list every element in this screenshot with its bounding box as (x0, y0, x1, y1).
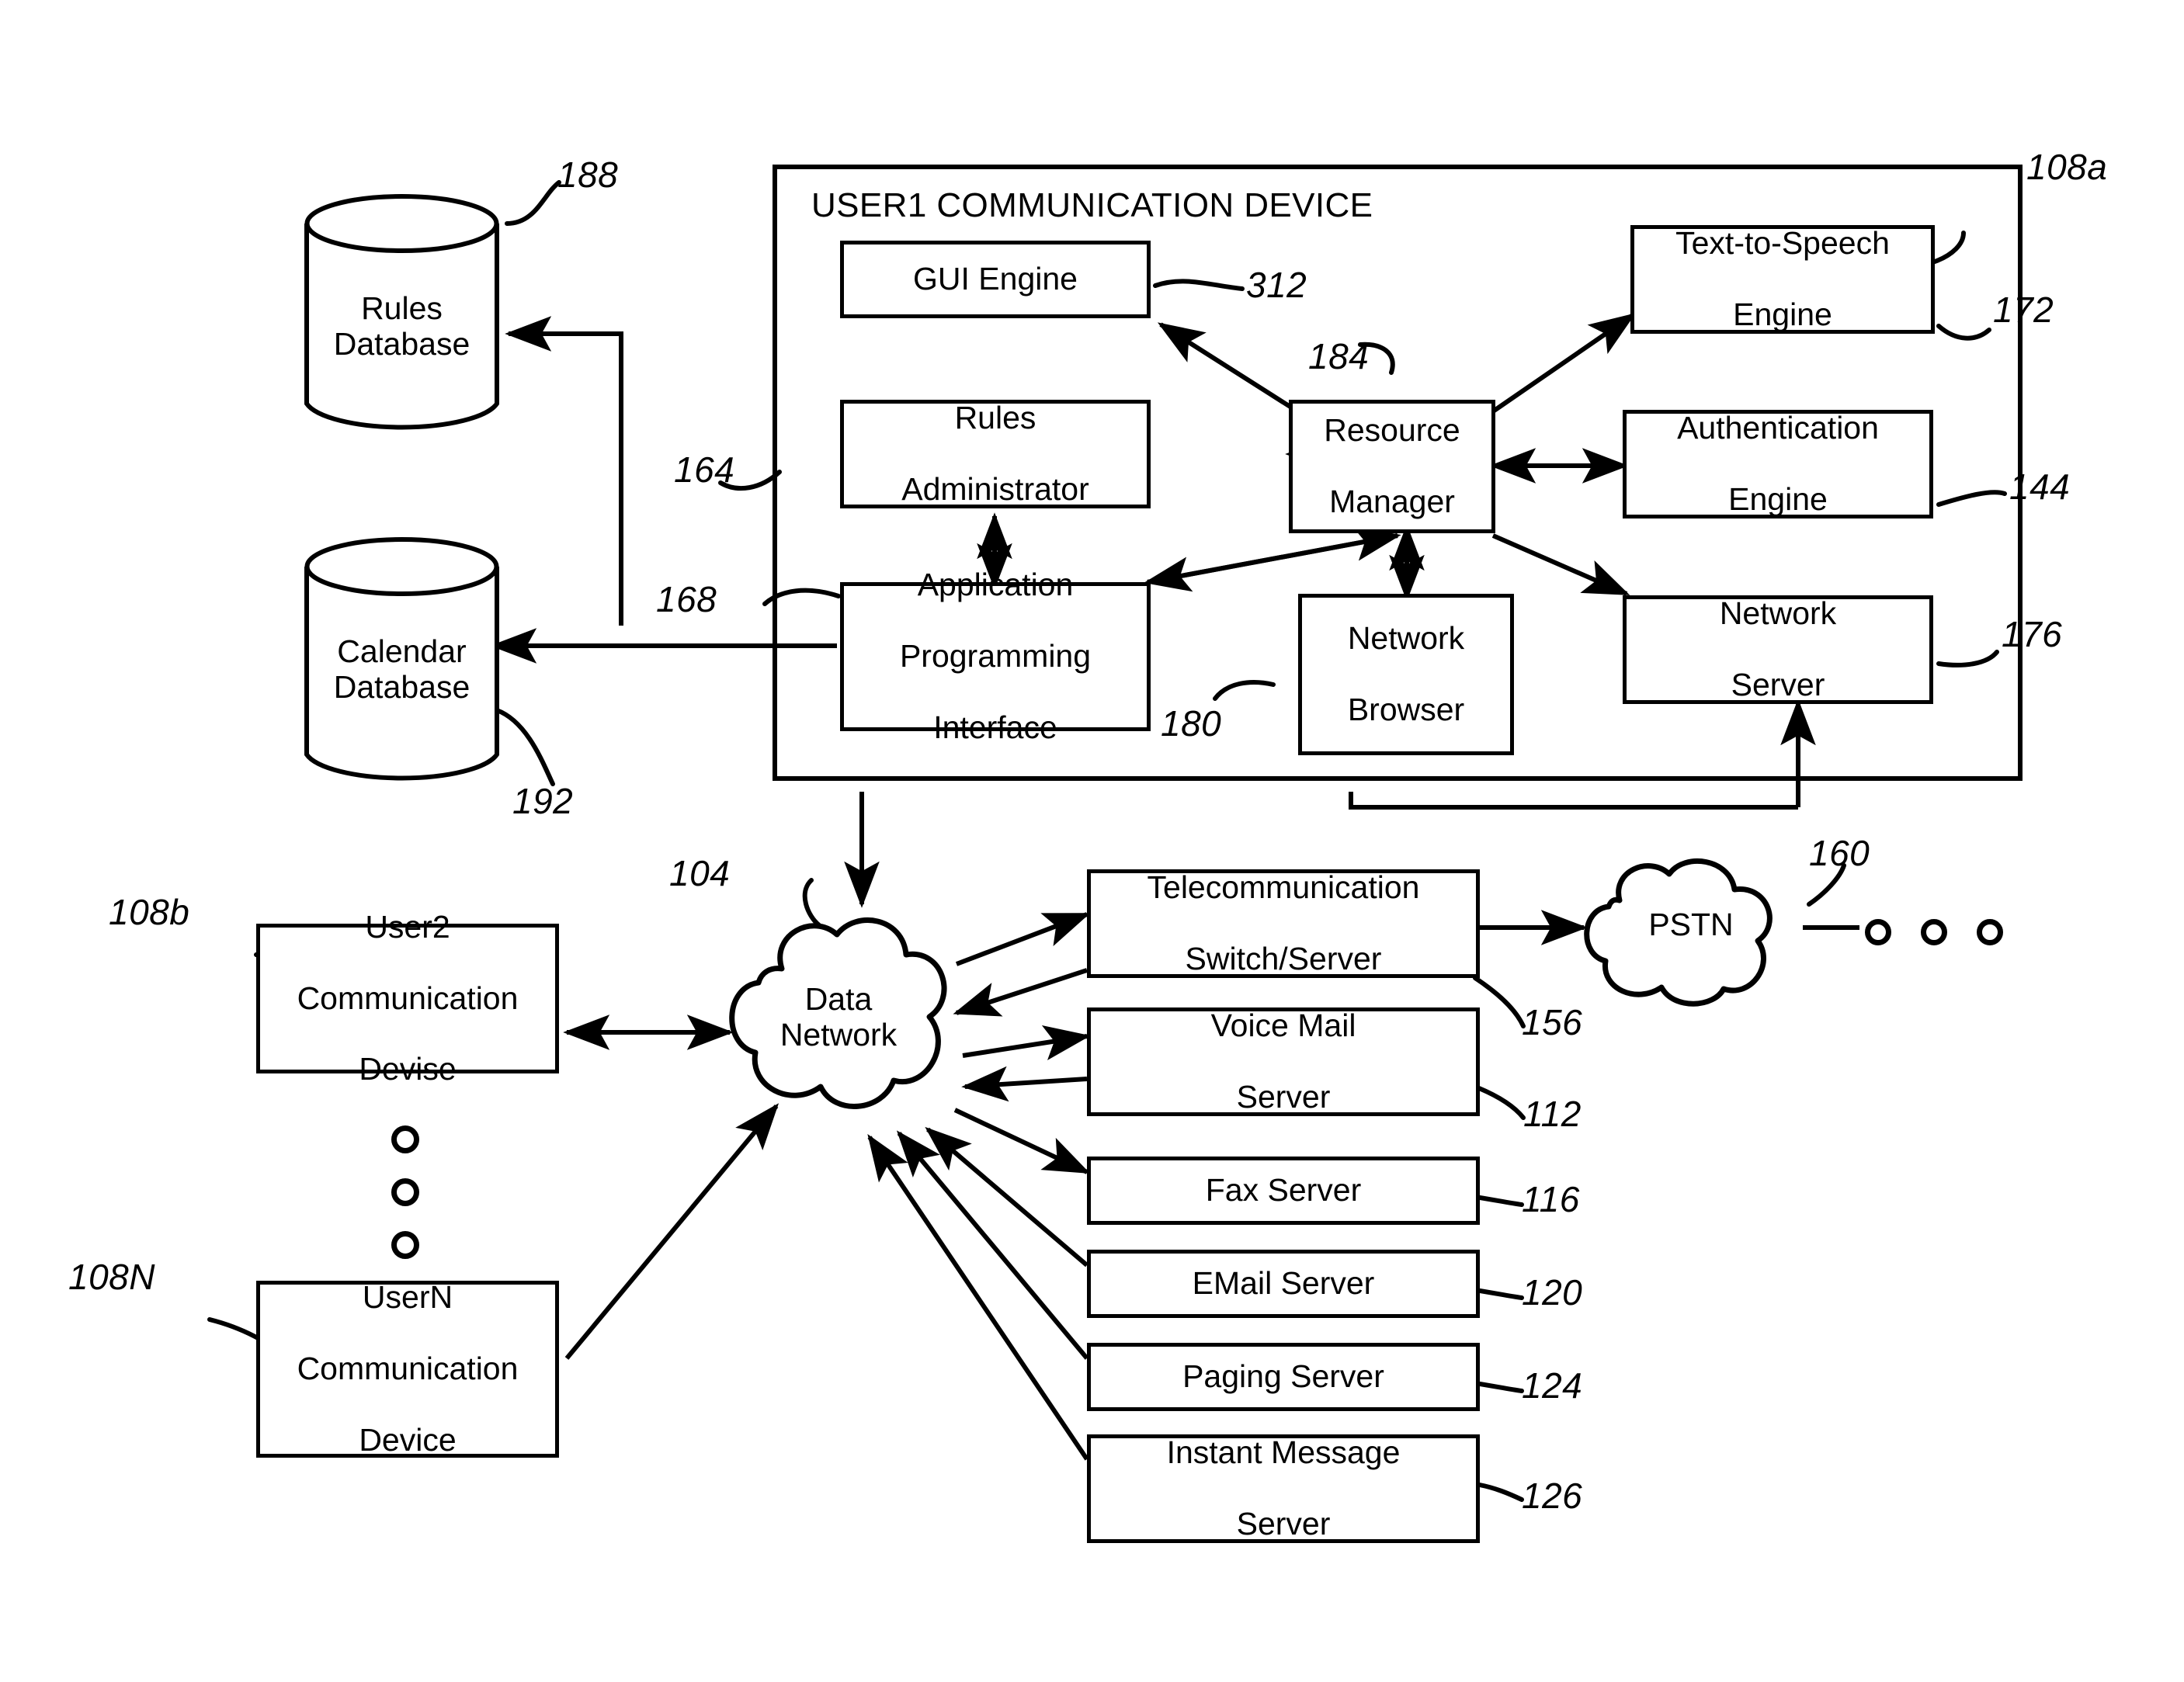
pstn-cloud: PSTN (1575, 844, 1807, 1011)
ref-180: 180 (1161, 703, 1222, 744)
network-server-block[interactable]: Network Server (1623, 595, 1933, 704)
usern-communication-device-block[interactable]: UserN Communication Device (256, 1279, 559, 1458)
pstn-continuation-dots (1865, 919, 2003, 945)
ref-160: 160 (1809, 833, 1870, 873)
ref-126: 126 (1522, 1476, 1583, 1516)
user-device-continuation-dots (390, 1125, 421, 1284)
page-title: USER1 COMMUNICATION DEVICE (811, 186, 1373, 224)
voice-mail-server-block[interactable]: Voice Mail Server (1087, 1007, 1480, 1116)
data-network-cloud: Data Network (710, 900, 967, 1133)
ref-144: 144 (2009, 466, 2071, 507)
ref-156: 156 (1522, 1002, 1583, 1042)
dot-1 (1865, 919, 1891, 945)
rules-database-label: Rules Database (333, 290, 470, 362)
ref-164: 164 (674, 449, 735, 490)
ref-312: 312 (1246, 265, 1307, 305)
ref-168: 168 (656, 579, 717, 619)
rules-administrator-block[interactable]: Rules Administrator (840, 400, 1151, 508)
ref-108N: 108N (68, 1257, 155, 1297)
text-to-speech-engine-block[interactable]: Text-to-Speech Engine (1630, 225, 1935, 334)
ref-104: 104 (669, 853, 731, 893)
ref-124: 124 (1522, 1365, 1583, 1406)
dot-2 (391, 1178, 419, 1206)
ref-192: 192 (512, 781, 574, 821)
ref-116: 116 (1522, 1179, 1580, 1219)
dot-3 (391, 1231, 419, 1259)
fax-server-block[interactable]: Fax Server (1087, 1157, 1480, 1225)
ref-172: 172 (1993, 290, 2054, 330)
application-programming-interface-block[interactable]: Application Programming Interface (840, 567, 1151, 745)
calendar-database: Calendar Database (303, 536, 501, 786)
paging-server-block[interactable]: Paging Server (1087, 1343, 1480, 1411)
ref-112: 112 (1523, 1094, 1582, 1134)
network-browser-block[interactable]: Network Browser (1298, 594, 1514, 755)
ref-120: 120 (1522, 1272, 1583, 1313)
dot-3 (1977, 919, 2003, 945)
dot-1 (391, 1125, 419, 1153)
ref-176: 176 (2002, 614, 2063, 654)
gui-engine-block[interactable]: GUI Engine (840, 241, 1151, 318)
patent-figure-canvas: USER1 COMMUNICATION DEVICE Rules Databas… (0, 0, 2184, 1682)
ref-108a: 108a (2026, 147, 2108, 187)
user2-communication-device-block[interactable]: User2 Communication Devise (256, 909, 559, 1087)
ref-184: 184 (1308, 336, 1370, 376)
instant-message-server-block[interactable]: Instant Message Server (1087, 1434, 1480, 1543)
email-server-block[interactable]: EMail Server (1087, 1250, 1480, 1318)
data-network-label: Data Network (780, 981, 898, 1053)
pstn-label: PSTN (1648, 907, 1734, 942)
authentication-engine-block[interactable]: Authentication Engine (1623, 410, 1933, 518)
dot-2 (1921, 919, 1947, 945)
calendar-database-label: Calendar Database (333, 633, 470, 706)
resource-manager-block[interactable]: Resource Manager (1289, 400, 1495, 533)
rules-database: Rules Database (303, 192, 501, 435)
ref-108b: 108b (109, 892, 190, 932)
ref-188: 188 (557, 154, 619, 195)
telecommunication-switch-server-block[interactable]: Telecommunication Switch/Server (1087, 869, 1480, 978)
